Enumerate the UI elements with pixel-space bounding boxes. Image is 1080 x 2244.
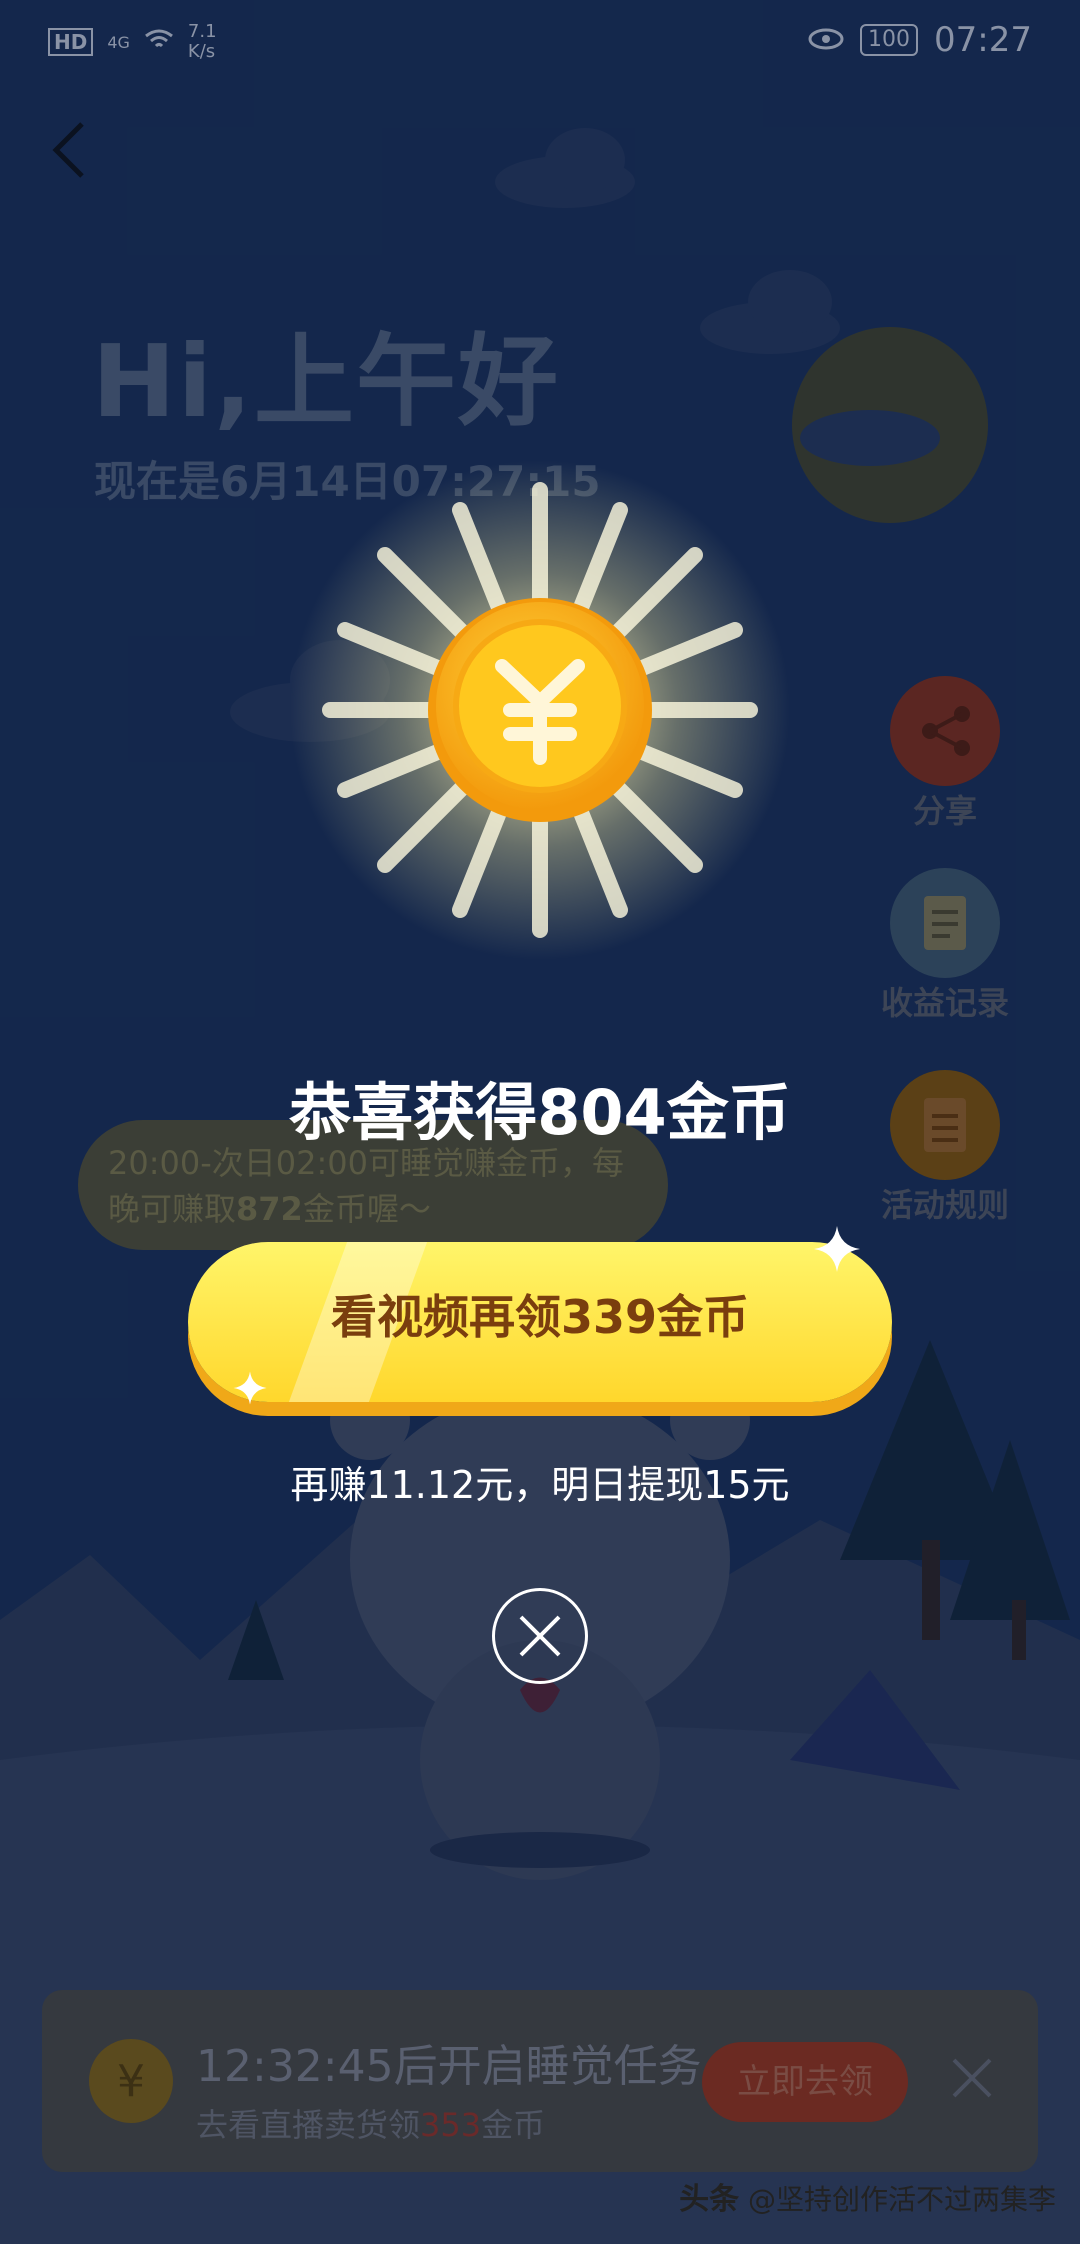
watermark: 头条 @坚持创作活不过两集李 bbox=[679, 2174, 1056, 2218]
sleep-task-card: ¥ 12:32:45后开启睡觉任务 去看直播卖货领353金币 立即去领 bbox=[42, 1990, 1038, 2172]
svg-text:¥: ¥ bbox=[117, 2056, 145, 2107]
sleep-tip-line2: 晚可赚取872金币喔～ bbox=[108, 1190, 431, 1228]
wifi-icon bbox=[144, 25, 174, 60]
earn-more-text: 再赚11.12元，明日提现15元 bbox=[290, 1463, 790, 1507]
close-circle-icon bbox=[519, 1615, 561, 1657]
claim-now-button[interactable]: 立即去领 bbox=[702, 2042, 908, 2122]
coin-icon: ¥ bbox=[89, 2039, 173, 2123]
close-popup-button[interactable] bbox=[492, 1588, 588, 1684]
reward-title: 恭喜获得804金币 bbox=[289, 1076, 791, 1149]
earnings-record-label: 收益记录 bbox=[880, 984, 1009, 1022]
record-icon bbox=[890, 868, 1000, 978]
sleep-task-timer: 12:32:45后开启睡觉任务 bbox=[196, 2041, 702, 2092]
battery-indicator: 100 bbox=[860, 24, 919, 56]
share-icon bbox=[890, 676, 1000, 786]
watermark-brand: 头条 bbox=[679, 2182, 740, 2217]
watch-video-label: 看视频再领339金币 bbox=[330, 1290, 750, 1344]
watch-video-button[interactable]: 看视频再领339金币 bbox=[188, 1242, 892, 1402]
signal-icon: 4G bbox=[107, 32, 130, 52]
hd-icon: HD bbox=[48, 28, 94, 56]
sparkle-icon bbox=[233, 1371, 267, 1405]
back-chevron-icon[interactable] bbox=[50, 120, 90, 180]
sleep-task-subtitle: 去看直播卖货领353金币 bbox=[196, 2106, 546, 2144]
clock: 07:27 bbox=[934, 20, 1032, 60]
reward-coin-burst bbox=[290, 460, 790, 960]
share-button[interactable]: 分享 bbox=[880, 676, 1010, 832]
earnings-record-button[interactable]: 收益记录 bbox=[880, 868, 1010, 1024]
activity-rules-label: 活动规则 bbox=[880, 1186, 1009, 1224]
greeting-title: Hi,上午好 bbox=[92, 323, 560, 440]
dismiss-card-icon[interactable] bbox=[942, 2048, 1002, 2108]
sparkle-icon bbox=[814, 1226, 860, 1272]
watermark-handle: @坚持创作活不过两集李 bbox=[747, 2183, 1056, 2216]
status-bar: HD 4G 7.1 K/s 100 07:27 bbox=[0, 0, 1080, 80]
network-speed: 7.1 K/s bbox=[187, 21, 217, 62]
eye-comfort-icon bbox=[808, 20, 844, 60]
share-label: 分享 bbox=[912, 792, 977, 830]
